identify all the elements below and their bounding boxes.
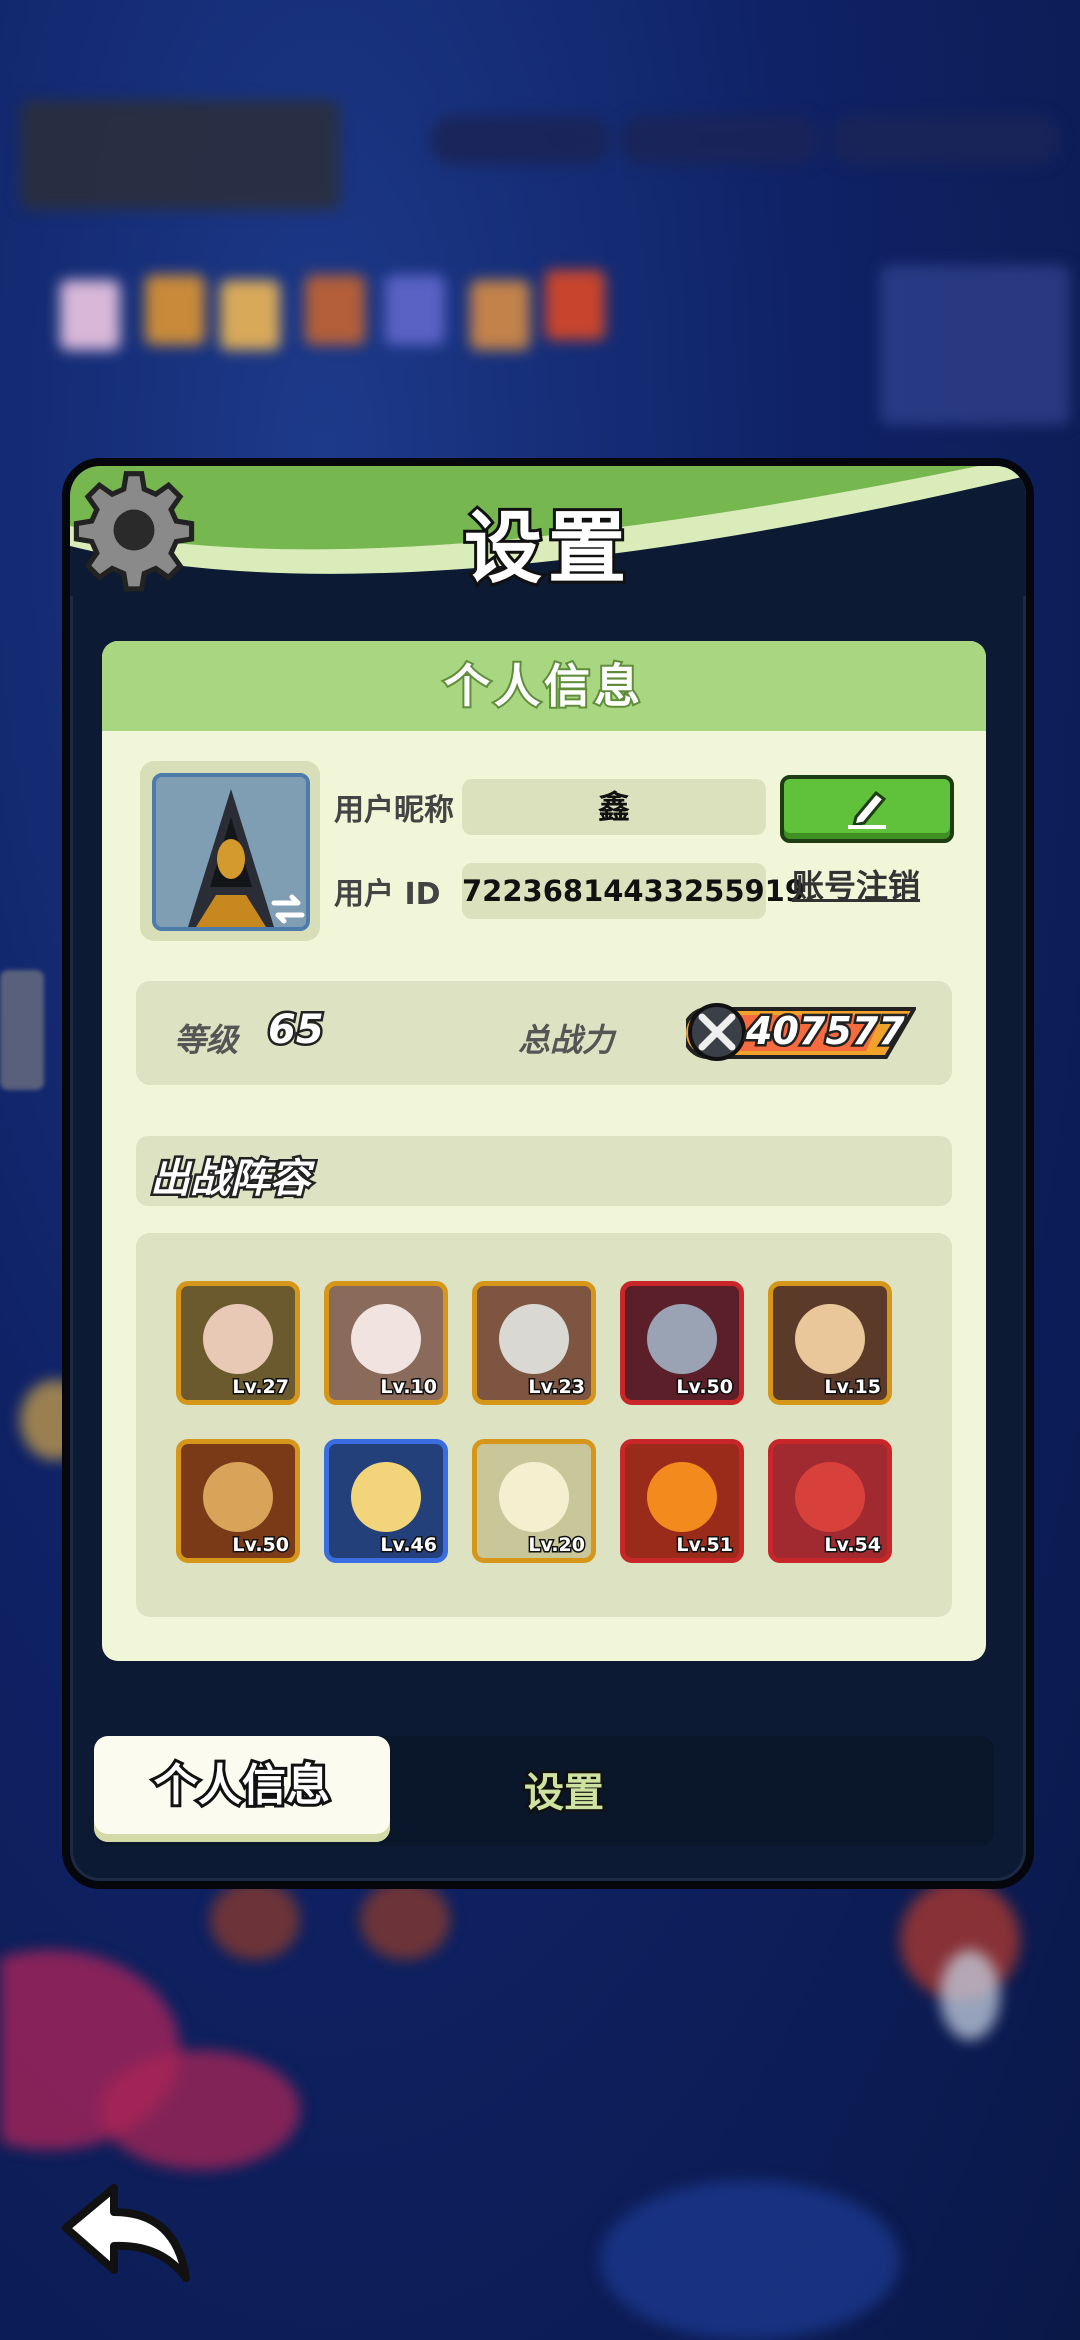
bg-blob xyxy=(100,2050,300,2170)
hero-card[interactable]: Lv.46 xyxy=(324,1439,448,1563)
hero-level: Lv.15 xyxy=(823,1375,883,1400)
hero-card[interactable]: Lv.23 xyxy=(472,1281,596,1405)
nickname-field: 鑫 xyxy=(462,779,766,835)
bg-blob xyxy=(940,1950,1000,2040)
hero-portrait xyxy=(351,1462,421,1532)
hero-level: Lv.10 xyxy=(379,1375,439,1400)
bg-blob xyxy=(600,2180,900,2340)
bg-card xyxy=(60,280,120,350)
edit-pencil-icon xyxy=(848,790,887,829)
tab-personal-info[interactable]: 个人信息 xyxy=(94,1736,390,1842)
avatar-frame[interactable] xyxy=(140,761,320,941)
bg-blob xyxy=(210,1880,300,1960)
dialog-header: 设置 xyxy=(70,466,1026,596)
bg-card xyxy=(470,280,530,350)
hero-card[interactable]: Lv.27 xyxy=(176,1281,300,1405)
sword-power-icon xyxy=(688,1003,746,1061)
hero-level: Lv.50 xyxy=(675,1375,735,1400)
lineup-title: 出战阵容 xyxy=(148,1154,313,1205)
hero-lineup: Lv.27 Lv.10 Lv.23 Lv.50 Lv.15 Lv.50 Lv.4… xyxy=(136,1233,952,1617)
hero-card[interactable]: Lv.20 xyxy=(472,1439,596,1563)
bg-card xyxy=(305,275,365,345)
bg-minimap xyxy=(880,265,1070,425)
stats-bar: 等级 65 总战力 407577 xyxy=(136,981,952,1085)
bg-card xyxy=(385,275,445,345)
side-device-icon[interactable] xyxy=(0,970,44,1090)
dialog-title: 设置 xyxy=(461,501,632,596)
hero-card[interactable]: Lv.50 xyxy=(620,1281,744,1405)
bg-resource xyxy=(430,115,610,165)
level-value: 65 xyxy=(266,1005,327,1056)
hero-card[interactable]: Lv.51 xyxy=(620,1439,744,1563)
bg-resource xyxy=(830,115,1060,165)
bg-card xyxy=(220,280,280,350)
hero-card[interactable]: Lv.10 xyxy=(324,1281,448,1405)
hero-card[interactable]: Lv.54 xyxy=(768,1439,892,1563)
hero-portrait xyxy=(351,1304,421,1374)
user-id-field: 72236814433255919 xyxy=(462,863,805,919)
hero-level: Lv.20 xyxy=(527,1533,587,1558)
hero-card[interactable]: Lv.15 xyxy=(768,1281,892,1405)
hero-portrait xyxy=(203,1304,273,1374)
bg-blob xyxy=(360,1880,450,1960)
panel-title: 个人信息 xyxy=(102,641,986,731)
level-label: 等级 xyxy=(174,1021,239,1059)
bg-player-bar xyxy=(20,100,340,210)
hero-level: Lv.50 xyxy=(231,1533,291,1558)
profile-panel: 个人信息 用户昵称 鑫 用户 ID 72236814433255919 账号注销… xyxy=(102,641,986,1661)
bg-card xyxy=(145,275,205,345)
back-arrow-icon[interactable] xyxy=(56,2178,196,2288)
hero-portrait xyxy=(795,1462,865,1532)
hero-portrait xyxy=(647,1462,717,1532)
hero-portrait xyxy=(499,1462,569,1532)
user-id-label: 用户 ID xyxy=(334,877,441,912)
bottom-tabs: 个人信息 设置 xyxy=(94,1736,994,1846)
settings-dialog: 设置 个人信息 用户昵称 鑫 用户 ID 72236814433255919 账… xyxy=(62,458,1034,1889)
bg-resource xyxy=(620,115,820,165)
hero-portrait xyxy=(499,1304,569,1374)
hero-portrait xyxy=(647,1304,717,1374)
hero-level: Lv.51 xyxy=(675,1533,735,1558)
nickname-label: 用户昵称 xyxy=(334,793,454,828)
hero-level: Lv.54 xyxy=(823,1533,883,1558)
hero-card[interactable]: Lv.50 xyxy=(176,1439,300,1563)
cancel-account-link[interactable]: 账号注销 xyxy=(792,861,920,907)
bg-card xyxy=(545,270,605,340)
hero-portrait xyxy=(203,1462,273,1532)
lineup-header: 出战阵容 xyxy=(136,1136,952,1206)
hero-level: Lv.27 xyxy=(231,1375,291,1400)
tab-settings[interactable]: 设置 xyxy=(464,1760,664,1819)
hero-portrait xyxy=(795,1304,865,1374)
edit-nickname-button[interactable] xyxy=(780,775,954,843)
hero-level: Lv.23 xyxy=(527,1375,587,1400)
swap-arrows-icon[interactable] xyxy=(268,889,308,929)
hero-level: Lv.46 xyxy=(379,1533,439,1558)
power-label: 总战力 xyxy=(518,1021,615,1059)
power-value: 407577 xyxy=(744,1007,908,1056)
